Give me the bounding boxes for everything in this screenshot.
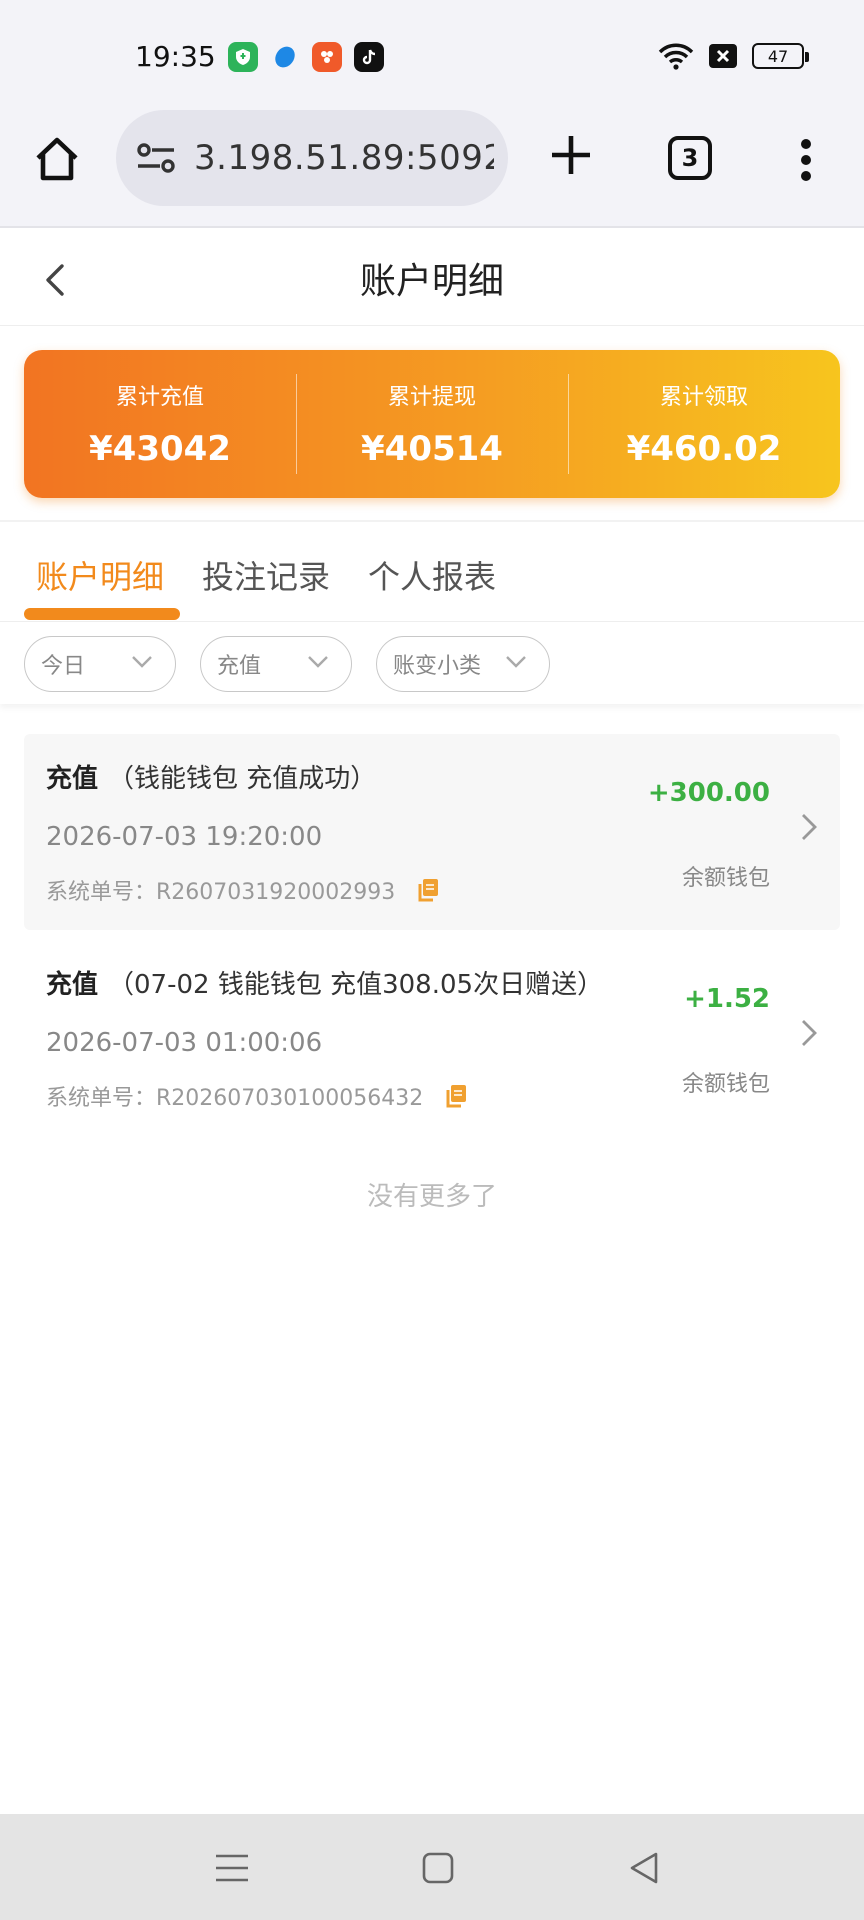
url-text: 3.198.51.89:50922: [194, 138, 494, 178]
record-order: 系统单号：R2607031920002993: [46, 874, 439, 906]
date-filter-dropdown[interactable]: 今日: [24, 636, 176, 692]
chevron-right-icon: [802, 1020, 817, 1046]
record-wallet: 余额钱包: [681, 1072, 770, 1097]
status-app-icons: [228, 42, 384, 72]
order-label: 系统单号：: [46, 880, 157, 905]
record-time: 2026-07-03 01:00:06: [46, 1028, 323, 1058]
tab-bet-records[interactable]: 投注记录: [202, 552, 330, 598]
summary-value: ¥43042: [89, 429, 231, 469]
record-desc: （07-02 钱能钱包 充值308.05次日赠送）: [108, 970, 604, 1000]
section-divider: [0, 520, 864, 522]
record-amount: +1.52: [684, 984, 770, 1014]
wifi-icon: [658, 43, 694, 70]
record-title: 充值 （钱能钱包 充值成功）: [46, 758, 376, 795]
more-menu-icon[interactable]: [800, 138, 812, 182]
summary-total-withdraw: 累计提现 ¥40514: [296, 350, 568, 498]
type-filter-dropdown[interactable]: 充值: [200, 636, 352, 692]
chevron-down-icon: [308, 656, 328, 668]
list-end-message: 没有更多了: [366, 1182, 497, 1212]
browser-toolbar: 3.198.51.89:50922 3: [0, 110, 864, 228]
copy-icon[interactable]: [445, 1084, 467, 1108]
page-header: 账户明细: [0, 230, 864, 326]
list-item[interactable]: 充值 （07-02 钱能钱包 充值308.05次日赠送） 2026-07-03 0…: [24, 940, 840, 1136]
shield-app-icon: [228, 42, 258, 72]
filter-label: 充值: [217, 654, 262, 679]
menu-icon[interactable]: [212, 1848, 252, 1888]
record-amount: +300.00: [647, 778, 770, 808]
back-triangle-icon[interactable]: [624, 1848, 664, 1888]
home-icon[interactable]: [32, 134, 82, 184]
list-item[interactable]: 充值 （钱能钱包 充值成功） 2026-07-03 19:20:00 系统单号：R…: [24, 734, 840, 930]
tiktok-app-icon: [354, 42, 384, 72]
filter-bar: 今日 充值 账变小类: [0, 622, 864, 704]
record-type: 充值: [46, 970, 99, 1000]
active-tab-indicator: [24, 608, 180, 620]
order-id: R2607031920002993: [156, 880, 396, 905]
chevron-down-icon: [132, 656, 152, 668]
status-time: 19:35: [135, 40, 216, 73]
tab-personal-report[interactable]: 个人报表: [368, 552, 496, 598]
status-indicators: 47: [658, 42, 809, 70]
summary-card: 累计充值 ¥43042 累计提现 ¥40514 累计领取 ¥460.02: [24, 350, 840, 498]
browser-app-icon: [270, 42, 300, 72]
filter-label: 今日: [41, 654, 86, 679]
home-square-icon[interactable]: [418, 1848, 458, 1888]
record-order: 系统单号：R202607030100056432: [46, 1080, 467, 1112]
new-tab-icon[interactable]: [548, 132, 594, 178]
summary-total-claimed: 累计领取 ¥460.02: [568, 350, 840, 498]
summary-label: 累计充值: [115, 385, 204, 410]
chevron-right-icon: [802, 814, 817, 840]
summary-label: 累计领取: [659, 385, 748, 410]
record-wallet: 余额钱包: [681, 866, 770, 891]
tab-switcher-button[interactable]: 3: [668, 136, 712, 180]
record-title: 充值 （07-02 钱能钱包 充值308.05次日赠送）: [46, 964, 603, 1001]
no-sim-icon: [709, 44, 737, 68]
summary-label: 累计提现: [387, 385, 476, 410]
record-time: 2026-07-03 19:20:00: [46, 822, 323, 852]
shopping-app-icon: [312, 42, 342, 72]
url-bar[interactable]: 3.198.51.89:50922: [116, 110, 508, 206]
page-title: 账户明细: [359, 261, 504, 302]
order-id: R202607030100056432: [156, 1086, 424, 1111]
battery-indicator: 47: [752, 43, 809, 69]
tab-account-details[interactable]: 账户明细: [36, 552, 164, 598]
summary-value: ¥40514: [361, 429, 503, 469]
record-type: 充值: [46, 764, 99, 794]
site-settings-icon[interactable]: [136, 141, 176, 175]
order-label: 系统单号：: [46, 1086, 157, 1111]
status-bar: 19:35 47: [0, 0, 864, 110]
summary-total-recharge: 累计充值 ¥43042: [24, 350, 296, 498]
filter-label: 账变小类: [393, 654, 482, 679]
copy-icon[interactable]: [417, 878, 439, 902]
system-nav-bar: [0, 1814, 864, 1920]
tab-bar: 账户明细 投注记录 个人报表: [0, 540, 864, 622]
record-desc: （钱能钱包 充值成功）: [108, 764, 377, 794]
summary-value: ¥460.02: [626, 429, 782, 469]
chevron-down-icon: [506, 656, 526, 668]
subcategory-filter-dropdown[interactable]: 账变小类: [376, 636, 550, 692]
